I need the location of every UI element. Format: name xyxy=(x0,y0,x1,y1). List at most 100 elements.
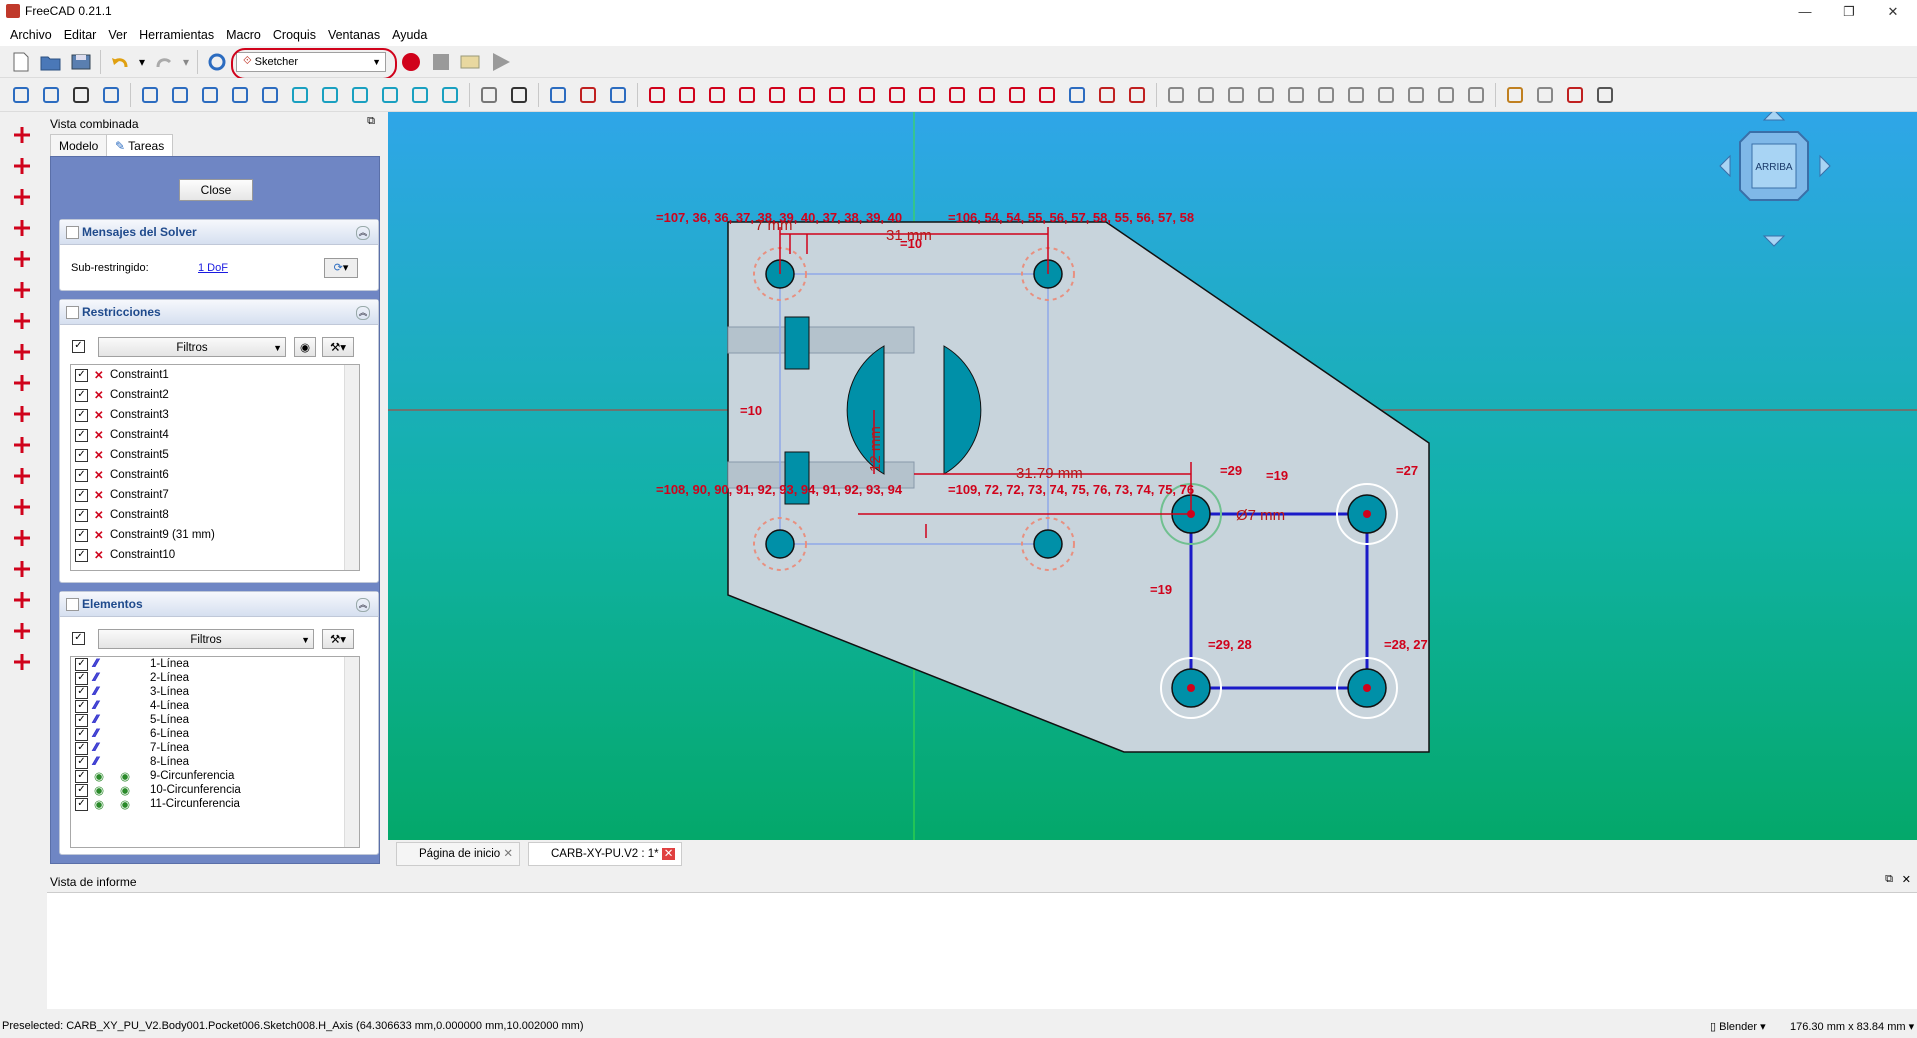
fillet-icon[interactable] xyxy=(944,82,970,108)
tangent-icon[interactable] xyxy=(1343,82,1369,108)
symmetric-icon[interactable] xyxy=(9,370,35,396)
element-row[interactable]: ✓ ⁄⁄⁄⁄ 2-Línea xyxy=(71,671,359,685)
menu-ver[interactable]: Ver xyxy=(102,28,133,42)
macro-run-icon[interactable] xyxy=(488,49,514,75)
redo-dropdown-icon[interactable]: ▾ xyxy=(181,49,191,75)
rear-view-icon[interactable] xyxy=(377,82,403,108)
trim-icon[interactable] xyxy=(974,82,1000,108)
element-row[interactable]: ✓ ⁄⁄⁄⁄ 7-Línea xyxy=(71,741,359,755)
tab-modelo[interactable]: Modelo xyxy=(50,134,108,157)
parallel-icon[interactable] xyxy=(1283,82,1309,108)
constraint-row[interactable]: ✓ ✕ Constraint9 (31 mm) xyxy=(71,525,359,545)
minimize-button[interactable]: — xyxy=(1783,2,1827,22)
elements-filter-dropdown[interactable]: Filtros ▼ xyxy=(98,629,314,649)
lock-icon[interactable] xyxy=(9,432,35,458)
undo-icon[interactable] xyxy=(107,49,133,75)
macro-record-icon[interactable] xyxy=(398,49,424,75)
elements-select-all-checkbox[interactable]: ✓ xyxy=(72,632,85,645)
workbench-selector[interactable]: ⟐ Sketcher ▼ xyxy=(231,47,397,80)
constraint-checkbox[interactable]: ✓ xyxy=(75,548,88,562)
front-view-icon[interactable] xyxy=(287,82,313,108)
menu-editar[interactable]: Editar xyxy=(58,28,103,42)
rectangle-icon[interactable] xyxy=(854,82,880,108)
right-view-icon[interactable] xyxy=(347,82,373,108)
elements-scrollbar[interactable] xyxy=(344,657,359,847)
horizontal-icon[interactable] xyxy=(9,215,35,241)
macro-edit-icon[interactable] xyxy=(458,49,484,75)
circle-icon[interactable] xyxy=(734,82,760,108)
element-checkbox[interactable]: ✓ xyxy=(75,797,88,811)
refresh-icon[interactable] xyxy=(204,49,230,75)
horizontal-distance-icon[interactable] xyxy=(9,463,35,489)
open-folder-icon[interactable] xyxy=(38,49,64,75)
constraint-checkbox[interactable]: ✓ xyxy=(75,468,88,482)
element-checkbox[interactable]: ✓ xyxy=(75,741,88,755)
perpendicular-icon[interactable] xyxy=(9,277,35,303)
isometric-view-icon[interactable] xyxy=(257,82,283,108)
3d-viewport[interactable]: =107, 36, 36, 37, 38, 39, 40, 37, 38, 39… xyxy=(388,112,1917,840)
fit-selection-icon[interactable] xyxy=(38,82,64,108)
constraints-select-all-checkbox[interactable]: ✓ xyxy=(72,340,85,353)
point-icon[interactable] xyxy=(644,82,670,108)
vertical-distance-icon[interactable] xyxy=(9,494,35,520)
lock-icon[interactable] xyxy=(1463,82,1489,108)
menu-macro[interactable]: Macro xyxy=(220,28,267,42)
constraint-checkbox[interactable]: ✓ xyxy=(75,388,88,402)
constraint-row[interactable]: ✓ ✕ Constraint6 xyxy=(71,465,359,485)
collapse-chevron-icon[interactable]: ︽ xyxy=(356,226,370,240)
settings-dropdown[interactable]: ⚒▾ xyxy=(322,337,354,357)
constraint-checkbox[interactable]: ✓ xyxy=(75,528,88,542)
navigation-cube[interactable]: ARRIBA xyxy=(1719,112,1831,247)
point-on-object-icon[interactable] xyxy=(9,153,35,179)
conic-icon[interactable] xyxy=(764,82,790,108)
whats-this-icon[interactable] xyxy=(506,82,532,108)
element-row[interactable]: ✓ ◉ ◉ 10-Circunferencia xyxy=(71,783,359,797)
element-checkbox[interactable]: ✓ xyxy=(75,699,88,713)
close-tab-icon[interactable]: ✕ xyxy=(661,848,676,860)
close-panel-icon[interactable]: ✕ xyxy=(1902,873,1911,886)
element-row[interactable]: ✓ ⁄⁄⁄⁄ 6-Línea xyxy=(71,727,359,741)
leave-sketch-icon[interactable] xyxy=(545,82,571,108)
back-view-icon[interactable] xyxy=(137,82,163,108)
undo-dropdown-icon[interactable]: ▾ xyxy=(137,49,147,75)
perpendicular-icon[interactable] xyxy=(1313,82,1339,108)
vertical-icon[interactable] xyxy=(1223,82,1249,108)
slot-icon[interactable] xyxy=(914,82,940,108)
distance-icon[interactable] xyxy=(9,525,35,551)
diameter-icon[interactable] xyxy=(9,556,35,582)
constraint-row[interactable]: ✓ ✕ Constraint7 xyxy=(71,485,359,505)
constraints-filter-dropdown[interactable]: Filtros ▼ xyxy=(98,337,286,357)
collapse-chevron-icon[interactable]: ︽ xyxy=(356,598,370,612)
angle-icon[interactable] xyxy=(9,587,35,613)
element-row[interactable]: ✓ ⁄⁄⁄⁄ 3-Línea xyxy=(71,685,359,699)
line-icon[interactable] xyxy=(674,82,700,108)
maximize-button[interactable]: ❐ xyxy=(1827,2,1871,22)
undock-icon[interactable]: ⧉ xyxy=(1885,873,1893,886)
element-row[interactable]: ✓ ⁄⁄⁄⁄ 5-Línea xyxy=(71,713,359,727)
view-fit-all-icon[interactable] xyxy=(8,82,34,108)
symmetric-icon[interactable] xyxy=(1403,82,1429,108)
constraint-row[interactable]: ✓ ✕ Constraint1 xyxy=(71,365,359,385)
vertical-icon[interactable] xyxy=(9,184,35,210)
menu-croquis[interactable]: Croquis xyxy=(267,28,322,42)
tab-document[interactable]: CARB-XY-PU.V2 : 1* ✕ xyxy=(528,842,683,866)
toggle-active-icon[interactable] xyxy=(9,649,35,675)
grid-icon[interactable] xyxy=(1592,82,1618,108)
element-row[interactable]: ✓ ⁄⁄⁄⁄ 8-Línea xyxy=(71,755,359,769)
constraint-checkbox[interactable]: ✓ xyxy=(75,448,88,462)
view-sketch-icon[interactable] xyxy=(575,82,601,108)
delete-icon[interactable] xyxy=(1532,82,1558,108)
element-checkbox[interactable]: ✓ xyxy=(75,727,88,741)
collapse-chevron-icon[interactable]: ︽ xyxy=(356,306,370,320)
settings-dropdown[interactable]: ⚒▾ xyxy=(322,629,354,649)
new-file-icon[interactable] xyxy=(8,49,34,75)
close-tab-icon[interactable]: ✕ xyxy=(503,848,513,860)
bounding-box-icon[interactable] xyxy=(98,82,124,108)
undock-icon[interactable]: ⧉ xyxy=(367,115,375,128)
dof-link[interactable]: 1 DoF xyxy=(198,262,228,274)
top-view-icon[interactable] xyxy=(317,82,343,108)
constraints-header[interactable]: Restricciones ︽ xyxy=(60,300,378,325)
menu-ventanas[interactable]: Ventanas xyxy=(322,28,386,42)
menu-archivo[interactable]: Archivo xyxy=(4,28,58,42)
constraint-checkbox[interactable]: ✓ xyxy=(75,368,88,382)
